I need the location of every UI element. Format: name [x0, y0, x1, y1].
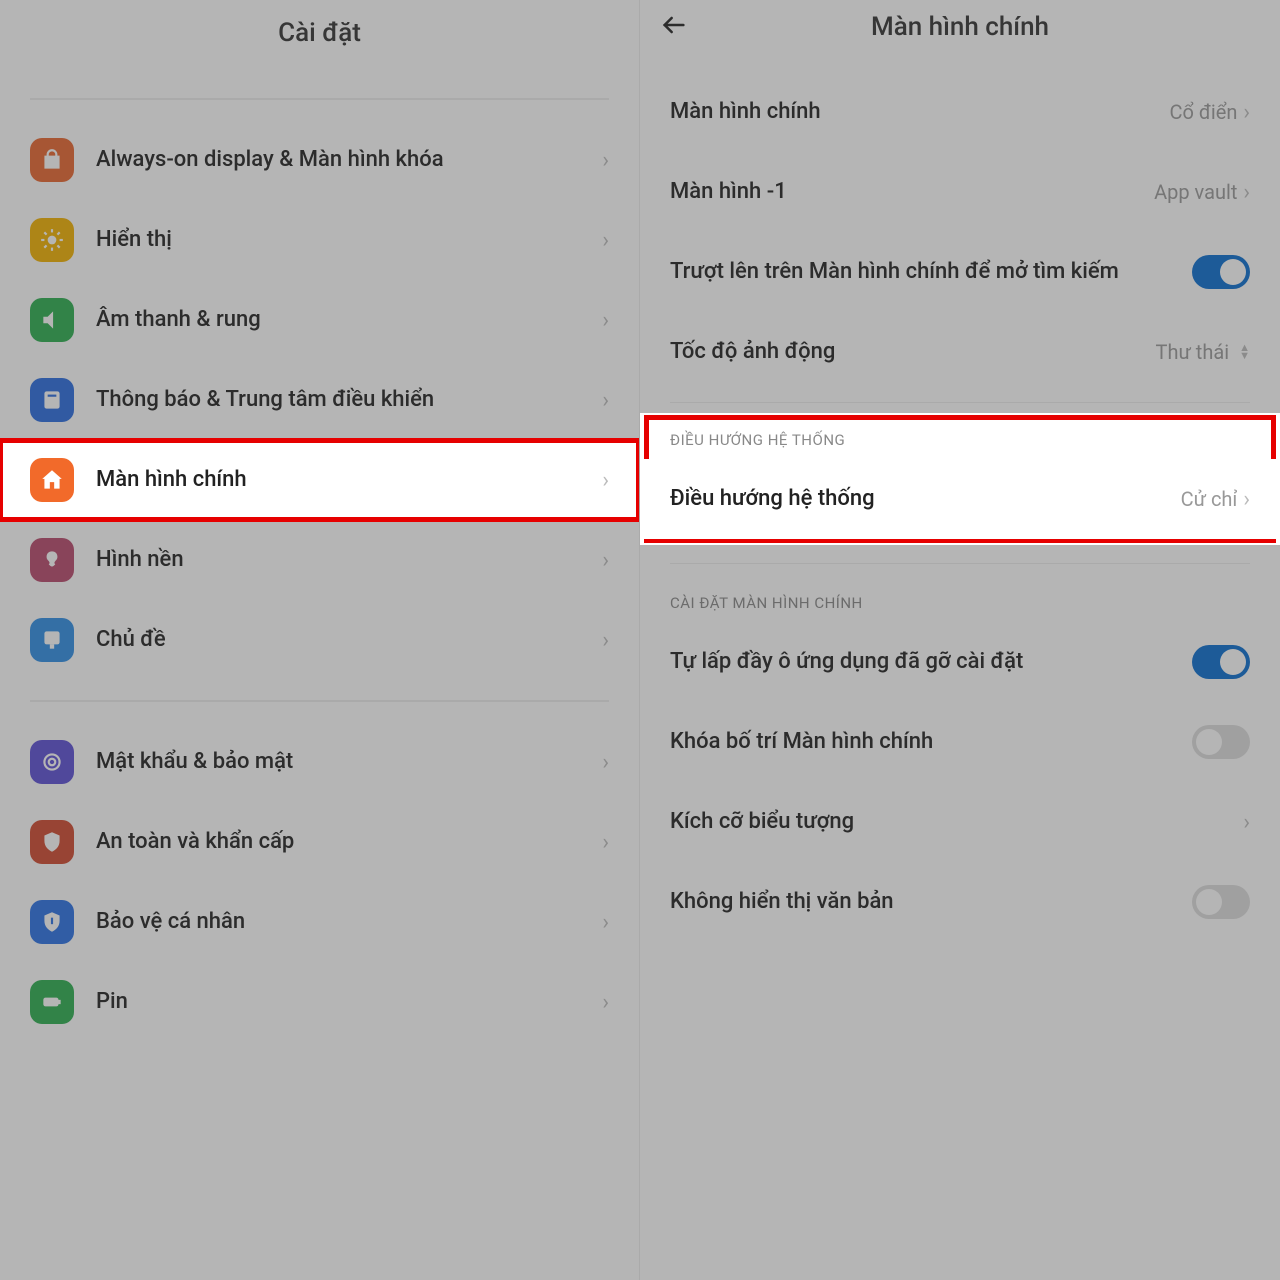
row-label: Điều hướng hệ thống [670, 484, 1181, 514]
chevron-right-icon: › [602, 830, 609, 855]
row-system-navigation[interactable]: Điều hướng hệ thống Cử chỉ › [640, 459, 1280, 539]
battery-icon [30, 980, 74, 1024]
row-label: Mật khẩu & bảo mật [96, 748, 602, 777]
chevron-right-icon: › [602, 468, 609, 493]
row-lock-layout[interactable]: Khóa bố trí Màn hình chính [640, 702, 1280, 782]
toggle-hide-labels[interactable] [1192, 885, 1250, 919]
row-minus-one-screen[interactable]: Màn hình -1 App vault › [640, 152, 1280, 232]
settings-row-password-security[interactable]: Mật khẩu & bảo mật › [0, 722, 639, 802]
chevron-right-icon: › [602, 308, 609, 333]
row-label: Chủ đề [96, 626, 602, 655]
chevron-right-icon: › [1243, 810, 1250, 835]
section-header-navigation: ĐIỀU HƯỚNG HỆ THỐNG [640, 413, 1280, 459]
chevron-right-icon: › [602, 228, 609, 253]
chevron-right-icon: › [602, 990, 609, 1015]
sound-icon [30, 298, 74, 342]
chevron-right-icon: › [1243, 180, 1250, 205]
row-label: Khóa bố trí Màn hình chính [670, 727, 1192, 757]
settings-row-wallpaper[interactable]: Hình nền › [0, 520, 639, 600]
row-hide-labels[interactable]: Không hiển thị văn bản [640, 862, 1280, 942]
settings-row-aod-lock[interactable]: Always-on display & Màn hình khóa › [0, 120, 639, 200]
chevron-right-icon: › [602, 148, 609, 173]
row-label: An toàn và khẩn cấp [96, 828, 602, 857]
row-label: Bảo vệ cá nhân [96, 908, 602, 937]
section-header-home-settings: CÀI ĐẶT MÀN HÌNH CHÍNH [640, 564, 1280, 622]
lock-icon [30, 138, 74, 182]
row-label: Trượt lên trên Màn hình chính để mở tìm … [670, 257, 1192, 287]
settings-row-home-screen[interactable]: Màn hình chính › [0, 440, 639, 520]
system-navigation-section: ĐIỀU HƯỚNG HỆ THỐNG Điều hướng hệ thống … [640, 413, 1280, 545]
security-icon [30, 740, 74, 784]
row-icon-size[interactable]: Kích cỡ biểu tượng › [640, 782, 1280, 862]
settings-row-sound[interactable]: Âm thanh & rung › [0, 280, 639, 360]
chevron-right-icon: › [1243, 100, 1250, 125]
row-swipe-up-search[interactable]: Trượt lên trên Màn hình chính để mở tìm … [640, 232, 1280, 312]
chevron-right-icon: › [602, 628, 609, 653]
sun-icon [30, 218, 74, 262]
theme-icon [30, 618, 74, 662]
row-label: Pin [96, 988, 602, 1017]
row-label: Âm thanh & rung [96, 306, 602, 335]
row-home-screen-mode[interactable]: Màn hình chính Cổ điển › [640, 72, 1280, 152]
row-fill-empty-cells[interactable]: Tự lấp đầy ô ứng dụng đã gỡ cài đặt [640, 622, 1280, 702]
wallpaper-icon [30, 538, 74, 582]
chevron-right-icon: › [1243, 487, 1250, 512]
privacy-icon [30, 900, 74, 944]
settings-panel: Cài đặt Always-on display & Màn hình khó… [0, 0, 640, 1280]
back-button[interactable] [660, 11, 688, 44]
divider [30, 98, 609, 100]
row-label: Kích cỡ biểu tượng [670, 807, 1243, 837]
row-label: Màn hình chính [670, 97, 1170, 127]
emergency-icon [30, 820, 74, 864]
chevron-right-icon: › [602, 548, 609, 573]
section-divider [30, 700, 609, 702]
home-screen-settings-panel: Màn hình chính Màn hình chính Cổ điển › … [640, 0, 1280, 1280]
settings-title: Cài đặt [0, 0, 639, 78]
row-label: Tốc độ ảnh động [670, 337, 1156, 367]
settings-row-safety-emergency[interactable]: An toàn và khẩn cấp › [0, 802, 639, 882]
settings-row-themes[interactable]: Chủ đề › [0, 600, 639, 680]
row-label: Không hiển thị văn bản [670, 887, 1192, 917]
home-icon [30, 458, 74, 502]
row-value: App vault [1154, 180, 1237, 204]
settings-row-privacy[interactable]: Bảo vệ cá nhân › [0, 882, 639, 962]
row-label: Hình nền [96, 546, 602, 575]
detail-header: Màn hình chính [640, 0, 1280, 72]
settings-row-notifications[interactable]: Thông báo & Trung tâm điều khiển › [0, 360, 639, 440]
detail-title: Màn hình chính [660, 12, 1260, 42]
row-value: Cổ điển [1170, 100, 1238, 124]
row-animation-speed[interactable]: Tốc độ ảnh động Thư thái ▲▼ [640, 312, 1280, 392]
chevron-right-icon: › [602, 388, 609, 413]
settings-row-display[interactable]: Hiển thị › [0, 200, 639, 280]
row-value: Cử chỉ [1181, 487, 1238, 511]
settings-row-battery[interactable]: Pin › [0, 962, 639, 1042]
row-label: Màn hình chính [96, 466, 602, 495]
row-label: Màn hình -1 [670, 177, 1154, 207]
row-label: Hiển thị [96, 226, 602, 255]
updown-icon: ▲▼ [1239, 344, 1250, 360]
row-label: Always-on display & Màn hình khóa [96, 146, 602, 175]
toggle-swipe-search[interactable] [1192, 255, 1250, 289]
toggle-lock-layout[interactable] [1192, 725, 1250, 759]
row-label: Thông báo & Trung tâm điều khiển [96, 386, 602, 415]
chevron-right-icon: › [602, 910, 609, 935]
divider [670, 402, 1250, 403]
chevron-right-icon: › [602, 750, 609, 775]
row-label: Tự lấp đầy ô ứng dụng đã gỡ cài đặt [670, 647, 1192, 677]
notif-icon [30, 378, 74, 422]
row-value: Thư thái [1156, 340, 1230, 364]
toggle-fill-cells[interactable] [1192, 645, 1250, 679]
